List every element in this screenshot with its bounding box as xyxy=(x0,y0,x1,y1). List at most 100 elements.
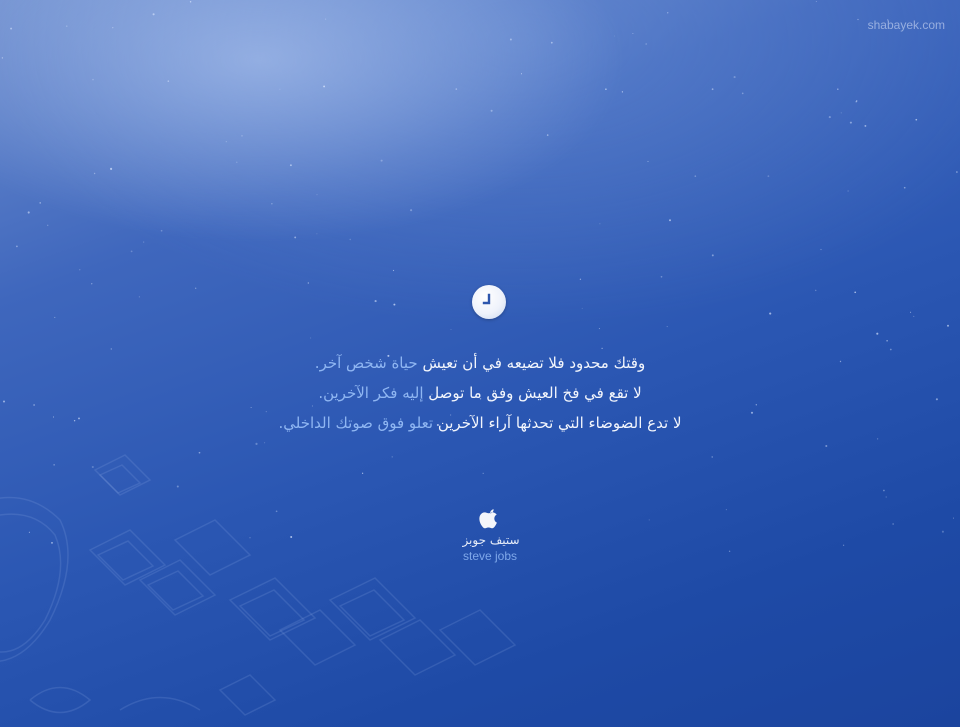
star xyxy=(91,283,93,285)
apple-logo-icon xyxy=(478,506,502,530)
quote-block: وقتك محدود فلا تضيعه في أن تعيش حياة شخص… xyxy=(0,348,960,438)
star xyxy=(581,307,583,309)
star xyxy=(39,202,41,204)
star xyxy=(769,312,772,315)
star xyxy=(275,510,278,513)
star xyxy=(271,203,273,205)
star xyxy=(143,241,145,243)
star xyxy=(27,211,30,214)
star xyxy=(509,38,512,41)
star xyxy=(279,88,281,90)
star xyxy=(546,134,549,136)
star xyxy=(711,254,714,257)
star xyxy=(255,442,258,445)
star xyxy=(189,1,192,3)
star xyxy=(225,141,227,143)
star xyxy=(490,109,493,112)
star xyxy=(886,340,888,342)
star xyxy=(93,172,96,175)
star xyxy=(952,517,954,519)
star xyxy=(16,245,18,248)
star xyxy=(854,291,857,294)
star xyxy=(167,80,170,82)
star xyxy=(91,465,94,469)
quote-line-2-main: لا تقع في فخ العيش وفق ما توصل xyxy=(423,384,642,402)
star xyxy=(648,519,650,521)
star xyxy=(520,73,523,75)
star xyxy=(138,296,140,298)
star xyxy=(849,121,852,124)
star xyxy=(54,316,56,318)
quote-line-1-highlight: حياة شخص آخر. xyxy=(314,354,418,372)
star xyxy=(391,456,393,458)
star xyxy=(160,229,163,232)
star xyxy=(669,219,671,222)
author-name-arabic: ستيف جوبز xyxy=(462,533,520,547)
star xyxy=(325,18,327,20)
star xyxy=(198,451,201,454)
star xyxy=(767,175,770,178)
star xyxy=(694,175,697,177)
background-pattern xyxy=(0,454,517,716)
star xyxy=(482,472,484,475)
star xyxy=(915,118,918,121)
star xyxy=(47,224,49,226)
quote-line-1-main: وقتك محدود فلا تضيعه في أن تعيش xyxy=(417,354,646,372)
star xyxy=(847,190,849,192)
star xyxy=(10,27,13,30)
quote-line-3-highlight: تعلو فوق صوتك الداخلي. xyxy=(278,414,434,432)
star xyxy=(956,171,958,173)
star xyxy=(307,282,309,284)
clock-icon xyxy=(472,285,506,319)
star xyxy=(374,300,377,303)
star xyxy=(733,76,736,79)
star xyxy=(550,41,553,44)
star xyxy=(632,32,634,35)
star xyxy=(380,159,383,162)
star xyxy=(913,315,915,317)
star xyxy=(349,238,351,241)
star xyxy=(825,444,828,448)
star xyxy=(837,88,839,90)
quote-line-3: لا تدع الضوضاء التي تحدثها آراء الآخرين … xyxy=(0,408,960,438)
star xyxy=(621,91,624,93)
star xyxy=(110,167,113,170)
star xyxy=(66,25,68,27)
star xyxy=(828,116,831,119)
star xyxy=(455,88,458,90)
star xyxy=(645,43,648,45)
star xyxy=(264,442,266,444)
star xyxy=(152,13,155,16)
star xyxy=(294,236,297,239)
star xyxy=(910,311,912,313)
star xyxy=(316,194,318,196)
star xyxy=(393,303,396,306)
star xyxy=(450,328,452,330)
star xyxy=(892,523,894,525)
star xyxy=(1,57,4,59)
star xyxy=(814,289,817,292)
star xyxy=(112,27,114,29)
star xyxy=(613,35,615,37)
star xyxy=(323,85,326,88)
star xyxy=(903,186,906,189)
star xyxy=(711,456,713,458)
star xyxy=(236,161,238,163)
star xyxy=(660,275,663,278)
star xyxy=(241,135,243,137)
star xyxy=(947,324,949,327)
star xyxy=(195,287,197,289)
site-watermark[interactable]: shabayek.com xyxy=(868,18,945,32)
star xyxy=(392,269,395,272)
quote-line-1: وقتك محدود فلا تضيعه في أن تعيش حياة شخص… xyxy=(0,348,960,378)
star xyxy=(176,485,179,488)
quote-line-2-highlight: إليه فكر الآخرين. xyxy=(318,384,424,402)
author-name-english: steve jobs xyxy=(462,549,518,563)
star xyxy=(666,326,668,328)
star xyxy=(876,332,879,335)
star xyxy=(815,1,817,2)
star xyxy=(316,233,318,235)
star xyxy=(92,78,94,81)
star xyxy=(864,124,867,127)
star xyxy=(711,88,714,91)
